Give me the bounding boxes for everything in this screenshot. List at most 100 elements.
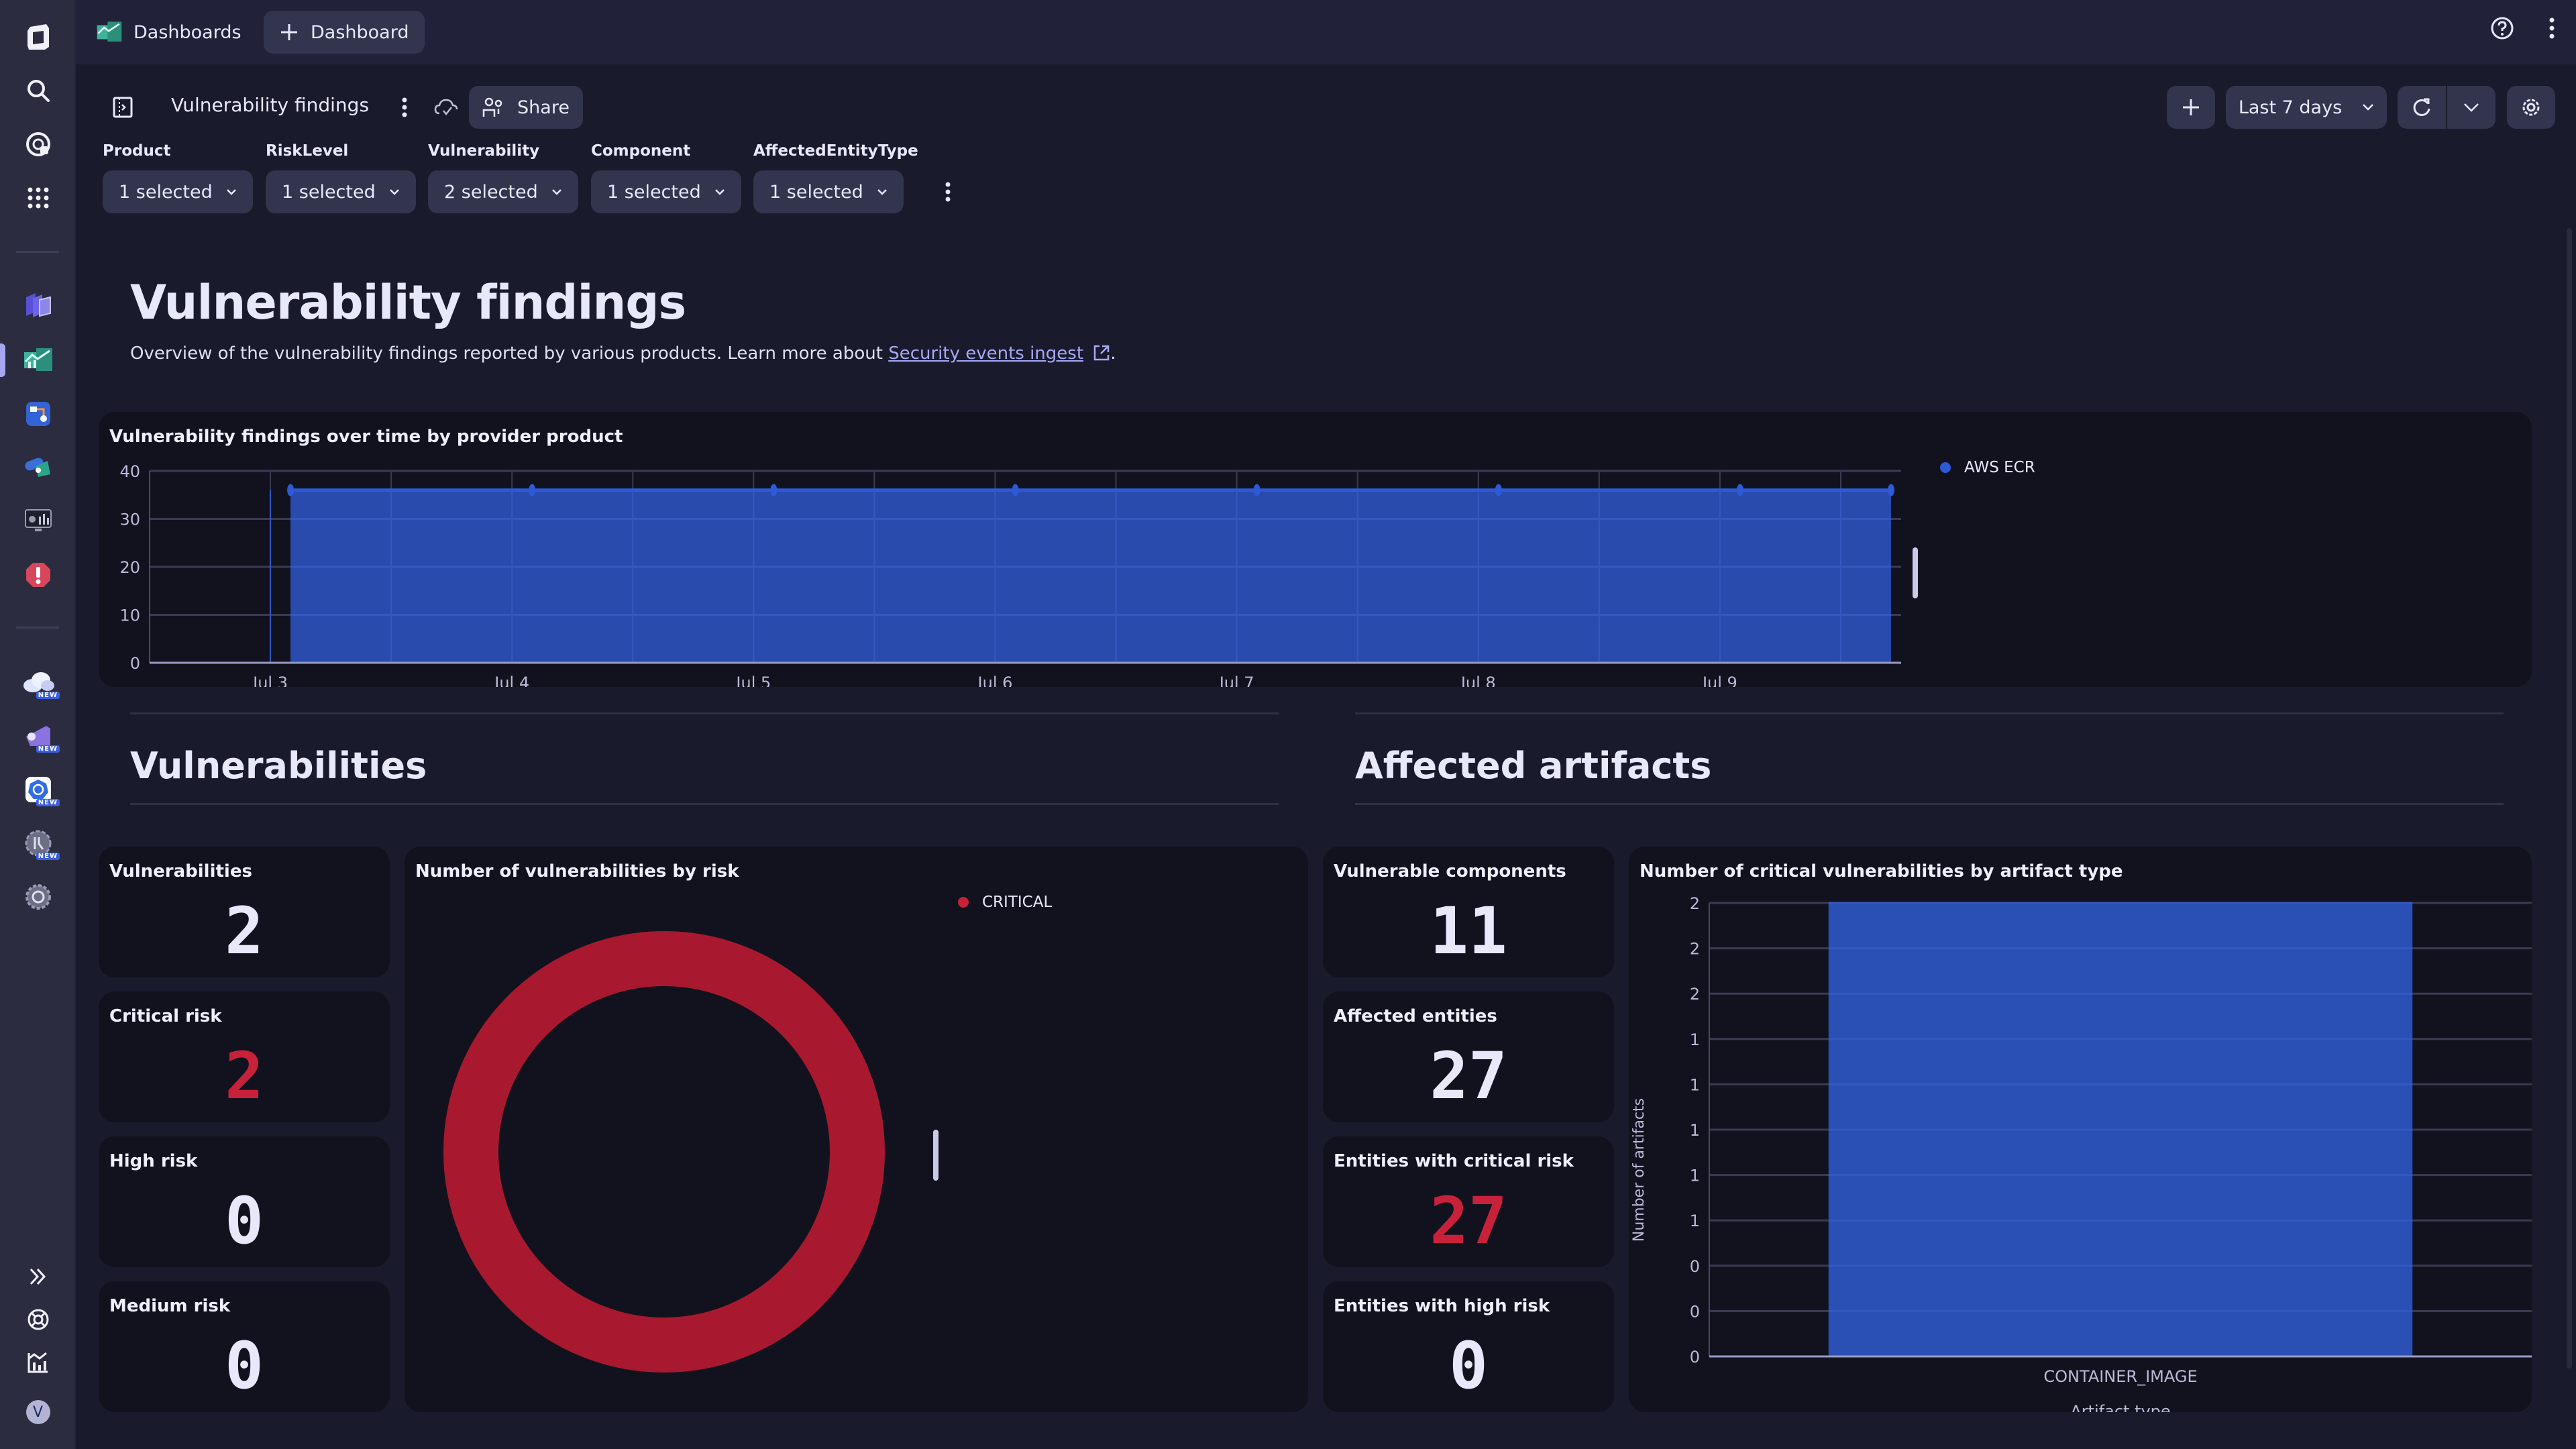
share-button[interactable]: Share [469, 86, 583, 129]
toggle-panel-button[interactable] [109, 94, 136, 121]
donut-slice-critical [443, 931, 885, 1373]
sidebar-item-search[interactable] [0, 67, 76, 114]
sidebar-usage-button[interactable] [0, 1339, 76, 1386]
legend-dot-critical [958, 897, 969, 908]
dashboard-title[interactable]: Vulnerability findings [171, 94, 369, 116]
refresh-options-button[interactable] [2447, 86, 2496, 129]
refresh-button[interactable] [2398, 86, 2446, 129]
filter-label-risklevel: RiskLevel [266, 142, 349, 160]
saved-status [430, 94, 462, 121]
monitor-icon [24, 509, 52, 531]
kpi-tile-high-risk: High risk 0 [99, 1136, 390, 1267]
filter-label-affectedentitytype: AffectedEntityType [753, 142, 918, 160]
chevron-down-icon [2363, 104, 2374, 111]
cloud-icon [23, 672, 54, 692]
kpi-value: 27 [1430, 1183, 1507, 1258]
filter-value: 1 selected [282, 181, 376, 203]
chevrons-right-icon [30, 1268, 46, 1285]
y-tick-label: 0 [1690, 1348, 1700, 1366]
legend-dot-aws-ecr [1940, 462, 1951, 473]
more-vertical-icon [402, 97, 407, 117]
page-scrollbar[interactable] [2567, 228, 2572, 1368]
kpi-value: 0 [1449, 1328, 1488, 1403]
x-tick-label: Jul 6 [977, 674, 1013, 687]
timeframe-selector[interactable]: Last 7 days [2226, 86, 2387, 129]
y-tick-label: 1 [1690, 1167, 1700, 1185]
top-bar: Dashboards Dashboard [76, 0, 2576, 64]
settings-gear-icon [25, 884, 51, 910]
add-tile-button[interactable] [2167, 86, 2215, 129]
filter-vulnerability-dropdown[interactable]: 2 selected [428, 170, 578, 213]
plus-icon [281, 24, 297, 40]
y-tick-label: 1 [1690, 1121, 1700, 1140]
sidebar-item-settings[interactable] [0, 873, 76, 920]
sidebar-item-ai[interactable] [0, 121, 76, 168]
y-tick-label: 2 [1690, 985, 1700, 1004]
sidebar-support-button[interactable] [0, 1296, 76, 1343]
side-panel-icon [113, 97, 133, 118]
chevron-down-icon [227, 189, 236, 195]
area-series-aws-ecr [290, 490, 1891, 663]
new-dashboard-label: Dashboard [311, 21, 409, 43]
user-avatar-button[interactable]: V [0, 1389, 76, 1436]
kpi-value: 0 [225, 1328, 264, 1403]
filter-component-dropdown[interactable]: 1 selected [591, 170, 741, 213]
kpi-label: Vulnerabilities [109, 861, 252, 881]
sidebar-item-apps[interactable] [0, 174, 76, 221]
kpi-tile-entities-critical-risk: Entities with critical risk 27 [1323, 1136, 1614, 1267]
sidebar-item-pipelines[interactable]: NEW [0, 820, 76, 867]
y-tick-label: 0 [1690, 1302, 1700, 1321]
filter-product-dropdown[interactable]: 1 selected [103, 170, 253, 213]
data-point [770, 484, 777, 496]
page-description: Overview of the vulnerability findings r… [130, 343, 1116, 364]
share-label: Share [517, 97, 570, 118]
filter-affectedentitytype-dropdown[interactable]: 1 selected [753, 170, 904, 213]
filter-risklevel-dropdown[interactable]: 1 selected [266, 170, 416, 213]
dashboard-settings-button[interactable] [2507, 86, 2555, 129]
filter-value: 1 selected [607, 181, 701, 203]
sidebar-item-services[interactable] [0, 444, 76, 491]
infrastructure-icon [25, 293, 51, 317]
dashboard-menu-button[interactable] [391, 94, 418, 121]
sidebar-item-monitoring[interactable] [0, 498, 76, 545]
more-vertical-icon[interactable] [2548, 16, 2556, 40]
sidebar-expand-button[interactable] [0, 1253, 76, 1300]
legend-label-aws-ecr[interactable]: AWS ECR [1964, 459, 2035, 476]
y-tick-label: 2 [1690, 894, 1700, 913]
y-tick-label: 0 [130, 654, 140, 673]
new-dashboard-button[interactable]: Dashboard [264, 11, 425, 54]
sidebar-item-clouds[interactable]: NEW [0, 659, 76, 706]
dashboards-app-icon [97, 21, 122, 42]
chevron-down-icon [552, 189, 561, 195]
sidebar-item-kubernetes[interactable]: NEW [0, 766, 76, 813]
left-sidebar: NEW NEW NEW NEW V [0, 0, 76, 1449]
donut-chart-legend: CRITICAL [958, 894, 1052, 911]
sidebar-item-home[interactable] [0, 13, 76, 60]
sidebar-item-discovery[interactable]: NEW [0, 712, 76, 759]
section-divider [1355, 712, 2504, 714]
sidebar-item-problems[interactable] [0, 551, 76, 598]
services-icon [24, 458, 50, 477]
findings-over-time-tile: Vulnerability findings over time by prov… [99, 412, 2532, 687]
app-title[interactable]: Dashboards [96, 16, 241, 48]
sidebar-item-infrastructure[interactable] [0, 282, 76, 329]
legend-label-critical[interactable]: CRITICAL [982, 894, 1052, 911]
sidebar-item-dashboards[interactable] [0, 337, 76, 384]
data-point [1012, 484, 1019, 496]
chevron-down-icon [715, 189, 724, 195]
chevron-down-icon [2464, 103, 2479, 112]
sidebar-item-workflows[interactable] [0, 390, 76, 437]
data-point [1736, 484, 1743, 496]
legend-resize-handle[interactable] [1913, 547, 1918, 598]
security-events-ingest-link[interactable]: Security events ingest [888, 343, 1083, 364]
filters-more-button[interactable] [934, 178, 961, 205]
external-link-icon[interactable] [1093, 344, 1110, 362]
davis-ai-icon [25, 132, 50, 156]
y-tick-label: 1 [1690, 1212, 1700, 1230]
legend-resize-handle[interactable] [933, 1130, 938, 1181]
kpi-label: Critical risk [109, 1006, 222, 1026]
new-badge: NEW [36, 745, 60, 753]
y-tick-label: 0 [1690, 1257, 1700, 1276]
help-icon[interactable] [2490, 16, 2514, 40]
workflows-icon [25, 402, 50, 426]
